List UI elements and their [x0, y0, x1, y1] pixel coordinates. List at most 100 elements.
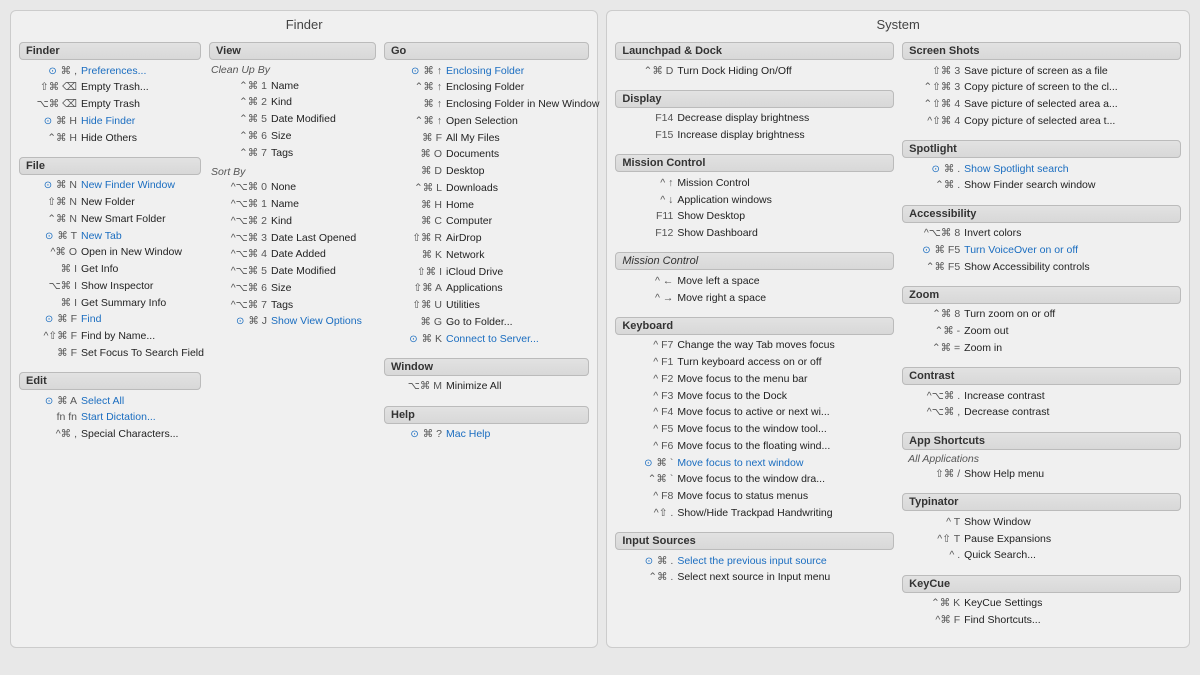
shortcut-keys: ⌃⌘ =: [904, 341, 964, 357]
keyboard-section: Keyboard ^ F7 Change the way Tab moves f…: [615, 317, 894, 522]
shortcut-label: Tags: [271, 146, 293, 162]
shortcut-row: ⌃⌘ = Zoom in: [902, 340, 1181, 357]
zoom-header: Zoom: [902, 286, 1181, 304]
blue-dot: ⊙: [644, 458, 652, 469]
keycue-section: KeyCue ⌃⌘ K KeyCue Settings ^⌘ F Find Sh…: [902, 575, 1181, 630]
clean-up-by-header: Clean Up By: [209, 64, 376, 76]
finder-col2: View Clean Up By ⌃⌘ 1 Name ⌃⌘ 2 Kind ⌃⌘ …: [205, 42, 380, 453]
shortcut-keys: ^ ↓: [617, 193, 677, 209]
shortcut-keys: ⊙ ⌘ F5: [904, 243, 964, 259]
shortcut-label: Start Dictation...: [81, 410, 156, 426]
shortcut-row: ⌘ I Get Summary Info: [19, 295, 201, 312]
finder-panel: Finder Finder ⊙ ⌘ , Preferences... ⇧⌘ ⌫ …: [10, 10, 598, 648]
shortcut-label: Preferences...: [81, 64, 146, 80]
shortcut-row: ^⇧ . Show/Hide Trackpad Handwriting: [615, 505, 894, 522]
screenshots-section: Screen Shots ⇧⌘ 3 Save picture of screen…: [902, 42, 1181, 130]
shortcut-label: Save picture of screen as a file: [964, 64, 1108, 80]
shortcut-keys: ⊙ ⌘ .: [904, 162, 964, 178]
shortcut-keys: ^ F2: [617, 372, 677, 388]
shortcut-row: ^⇧⌘ F Find by Name...: [19, 329, 201, 346]
shortcut-row: ^⌥⌘ . Increase contrast: [902, 388, 1181, 405]
shortcut-label: Decrease display brightness: [677, 111, 809, 127]
shortcut-row: ⌃⌘ ↑ Open Selection: [384, 113, 589, 130]
shortcut-label: Find by Name...: [81, 329, 155, 345]
system-col2: Screen Shots ⇧⌘ 3 Save picture of screen…: [898, 42, 1185, 639]
shortcut-row: ^ . Quick Search...: [902, 548, 1181, 565]
blue-dot: ⊙: [411, 66, 419, 77]
view-section-header: View: [209, 42, 376, 60]
go-section: Go ⊙ ⌘ ↑ Enclosing Folder ⌃⌘ ↑ Enclosing…: [384, 42, 589, 348]
shortcut-label: Downloads: [446, 181, 498, 197]
shortcut-keys: ^ ←: [617, 274, 677, 290]
shortcut-row: ⌃⌘ H Hide Others: [19, 130, 201, 147]
shortcut-row: ^⌘ , Special Characters...: [19, 427, 201, 444]
shortcut-label: Select All: [81, 394, 124, 410]
shortcut-keys: ⌃⇧⌘ 3: [904, 80, 964, 96]
shortcut-row: ⌥⌘ M Minimize All: [384, 379, 589, 396]
shortcut-label: Connect to Server...: [446, 332, 539, 348]
shortcut-row: ⌃⌘ K KeyCue Settings: [902, 596, 1181, 613]
shortcut-keys: fn fn: [21, 410, 81, 426]
shortcut-keys: ^⌥⌘ 4: [211, 247, 271, 263]
accessibility-section: Accessibility ^⌥⌘ 8 Invert colors ⊙ ⌘ F5…: [902, 205, 1181, 276]
shortcut-row: ⌃⌘ 8 Turn zoom on or off: [902, 307, 1181, 324]
shortcut-label: Increase contrast: [964, 389, 1045, 405]
shortcut-keys: ^⌥⌘ 8: [904, 226, 964, 242]
shortcut-keys: ⊙ ⌘ N: [21, 178, 81, 194]
shortcut-keys: ⌘ C: [386, 214, 446, 230]
shortcut-keys: ^ F5: [617, 422, 677, 438]
shortcut-row: ⌘ C Computer: [384, 214, 589, 231]
shortcut-keys: ⌘ D: [386, 164, 446, 180]
shortcut-row: F12 Show Dashboard: [615, 226, 894, 243]
shortcut-row: ⌘ ↑ Enclosing Folder in New Window: [384, 97, 589, 114]
shortcut-keys: ⇧⌘ U: [386, 298, 446, 314]
shortcut-keys: ^⌥⌘ ,: [904, 405, 964, 421]
shortcut-keys: ⊙ ⌘ .: [617, 554, 677, 570]
shortcut-keys: ⌃⌘ 1: [211, 79, 271, 95]
blue-dot: ⊙: [48, 66, 56, 77]
mission-control-section: Mission Control ^ ↑ Mission Control ^ ↓ …: [615, 154, 894, 242]
shortcut-row: F11 Show Desktop: [615, 209, 894, 226]
input-sources-header: Input Sources: [615, 532, 894, 550]
shortcut-label: Show Help menu: [964, 467, 1044, 483]
shortcut-label: Change the way Tab moves focus: [677, 338, 834, 354]
shortcut-row: ^⌥⌘ 8 Invert colors: [902, 226, 1181, 243]
shortcut-row: ⊙ ⌘ ? Mac Help: [384, 427, 589, 444]
shortcut-label: Network: [446, 248, 485, 264]
shortcut-label: Date Added: [271, 247, 326, 263]
shortcut-row: ^ → Move right a space: [615, 290, 894, 307]
launchpad-header: Launchpad & Dock: [615, 42, 894, 60]
shortcut-keys: ⌘ ↑: [386, 97, 446, 113]
blue-dot: ⊙: [409, 334, 417, 345]
shortcut-label: Move right a space: [677, 291, 766, 307]
shortcut-keys: ⌃⌘ `: [617, 472, 677, 488]
shortcut-keys: ⌘ K: [386, 248, 446, 264]
shortcut-row: ⊙ ⌘ A Select All: [19, 393, 201, 410]
shortcut-label: Find: [81, 312, 101, 328]
shortcut-label: Hide Finder: [81, 114, 135, 130]
shortcut-label: Kind: [271, 214, 292, 230]
shortcut-keys: ⌘ O: [386, 147, 446, 163]
screenshots-header: Screen Shots: [902, 42, 1181, 60]
shortcut-keys: ⊙ ⌘ `: [617, 456, 677, 472]
shortcut-label: New Finder Window: [81, 178, 175, 194]
shortcut-row: ^ ↑ Mission Control: [615, 175, 894, 192]
shortcut-label: Move left a space: [677, 274, 759, 290]
view-section: View Clean Up By ⌃⌘ 1 Name ⌃⌘ 2 Kind ⌃⌘ …: [209, 42, 376, 331]
shortcut-label: Special Characters...: [81, 427, 178, 443]
shortcut-row: ^⌘ F Find Shortcuts...: [902, 612, 1181, 629]
finder-col1: Finder ⊙ ⌘ , Preferences... ⇧⌘ ⌫ Empty T…: [15, 42, 205, 453]
shortcut-row: ⌃⌘ 6 Size: [209, 128, 376, 145]
shortcut-row: ⌃⌘ 2 Kind: [209, 95, 376, 112]
shortcut-label: New Tab: [81, 229, 122, 245]
shortcut-row: ^⌥⌘ 2 Kind: [209, 213, 376, 230]
shortcut-label: New Folder: [81, 195, 135, 211]
shortcut-row: ^ F4 Move focus to active or next wi...: [615, 405, 894, 422]
shortcut-row: ⇧⌘ N New Folder: [19, 195, 201, 212]
shortcut-keys: ⌃⌘ .: [904, 178, 964, 194]
shortcut-row: ^⌥⌘ 3 Date Last Opened: [209, 230, 376, 247]
shortcut-label: Show Finder search window: [964, 178, 1095, 194]
shortcut-row: ^⌘ O Open in New Window: [19, 245, 201, 262]
shortcut-label: Home: [446, 198, 474, 214]
shortcut-label: AirDrop: [446, 231, 482, 247]
